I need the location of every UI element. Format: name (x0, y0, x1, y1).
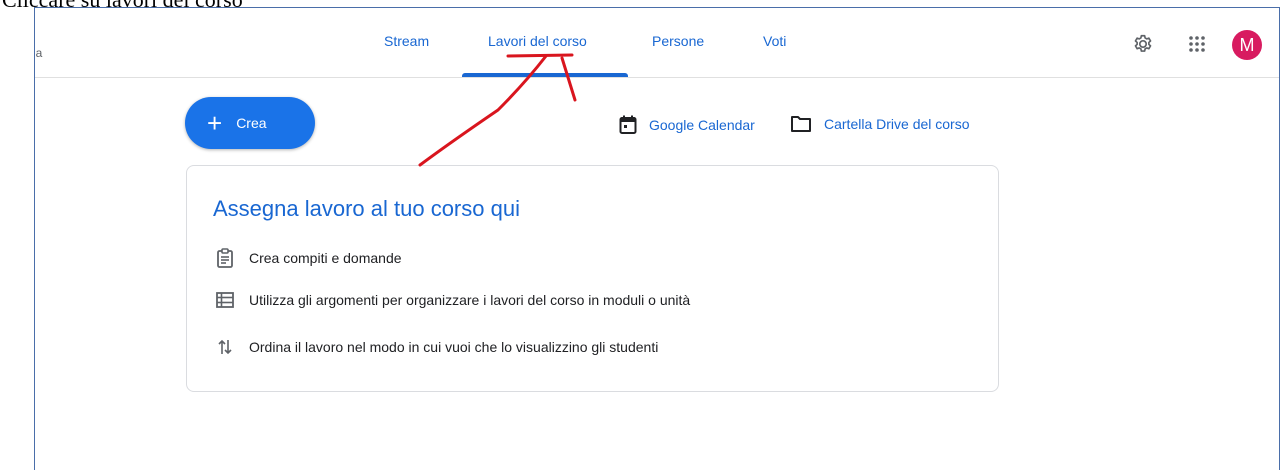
list-item-text: Crea compiti e domande (249, 250, 402, 266)
tab-persone[interactable]: Persone (652, 33, 704, 49)
tab-voti[interactable]: Voti (763, 33, 786, 49)
google-calendar-link[interactable]: Google Calendar (619, 115, 755, 135)
list-item: Ordina il lavoro nel modo in cui vuoi ch… (215, 338, 658, 356)
list-item: Crea compiti e domande (215, 248, 402, 268)
drive-folder-link[interactable]: Cartella Drive del corso (790, 115, 970, 133)
folder-icon (791, 116, 811, 132)
create-button-label: Crea (236, 115, 267, 131)
reorder-arrows-icon (215, 338, 235, 356)
active-tab-indicator (462, 73, 628, 77)
classroom-window: ia Stream Lavori del corso Persone Voti … (34, 7, 1280, 470)
top-bar: ia Stream Lavori del corso Persone Voti … (35, 8, 1279, 78)
tab-lavori-del-corso[interactable]: Lavori del corso (488, 33, 587, 49)
list-item-text: Ordina il lavoro nel modo in cui vuoi ch… (249, 339, 659, 355)
create-button[interactable]: + Crea (185, 97, 315, 149)
avatar[interactable]: M (1232, 30, 1262, 60)
apps-button[interactable] (1183, 30, 1211, 58)
settings-button[interactable] (1129, 30, 1157, 58)
list-item-text: Utilizza gli argomenti per organizzare i… (249, 292, 691, 308)
gear-icon (1134, 34, 1152, 52)
apps-grid-icon (1189, 36, 1205, 52)
google-calendar-label: Google Calendar (649, 117, 755, 133)
calendar-icon (619, 115, 637, 134)
card-title: Assegna lavoro al tuo corso qui (213, 196, 520, 221)
list-item: Utilizza gli argomenti per organizzare i… (215, 292, 690, 308)
assignment-icon (215, 248, 235, 268)
drive-folder-label: Cartella Drive del corso (824, 116, 970, 132)
empty-state-card: Assegna lavoro al tuo corso qui Crea com… (186, 165, 999, 392)
plus-icon: + (207, 108, 223, 138)
truncated-class-name: ia (35, 46, 43, 60)
tab-stream[interactable]: Stream (384, 33, 429, 49)
topic-list-icon (215, 292, 235, 308)
